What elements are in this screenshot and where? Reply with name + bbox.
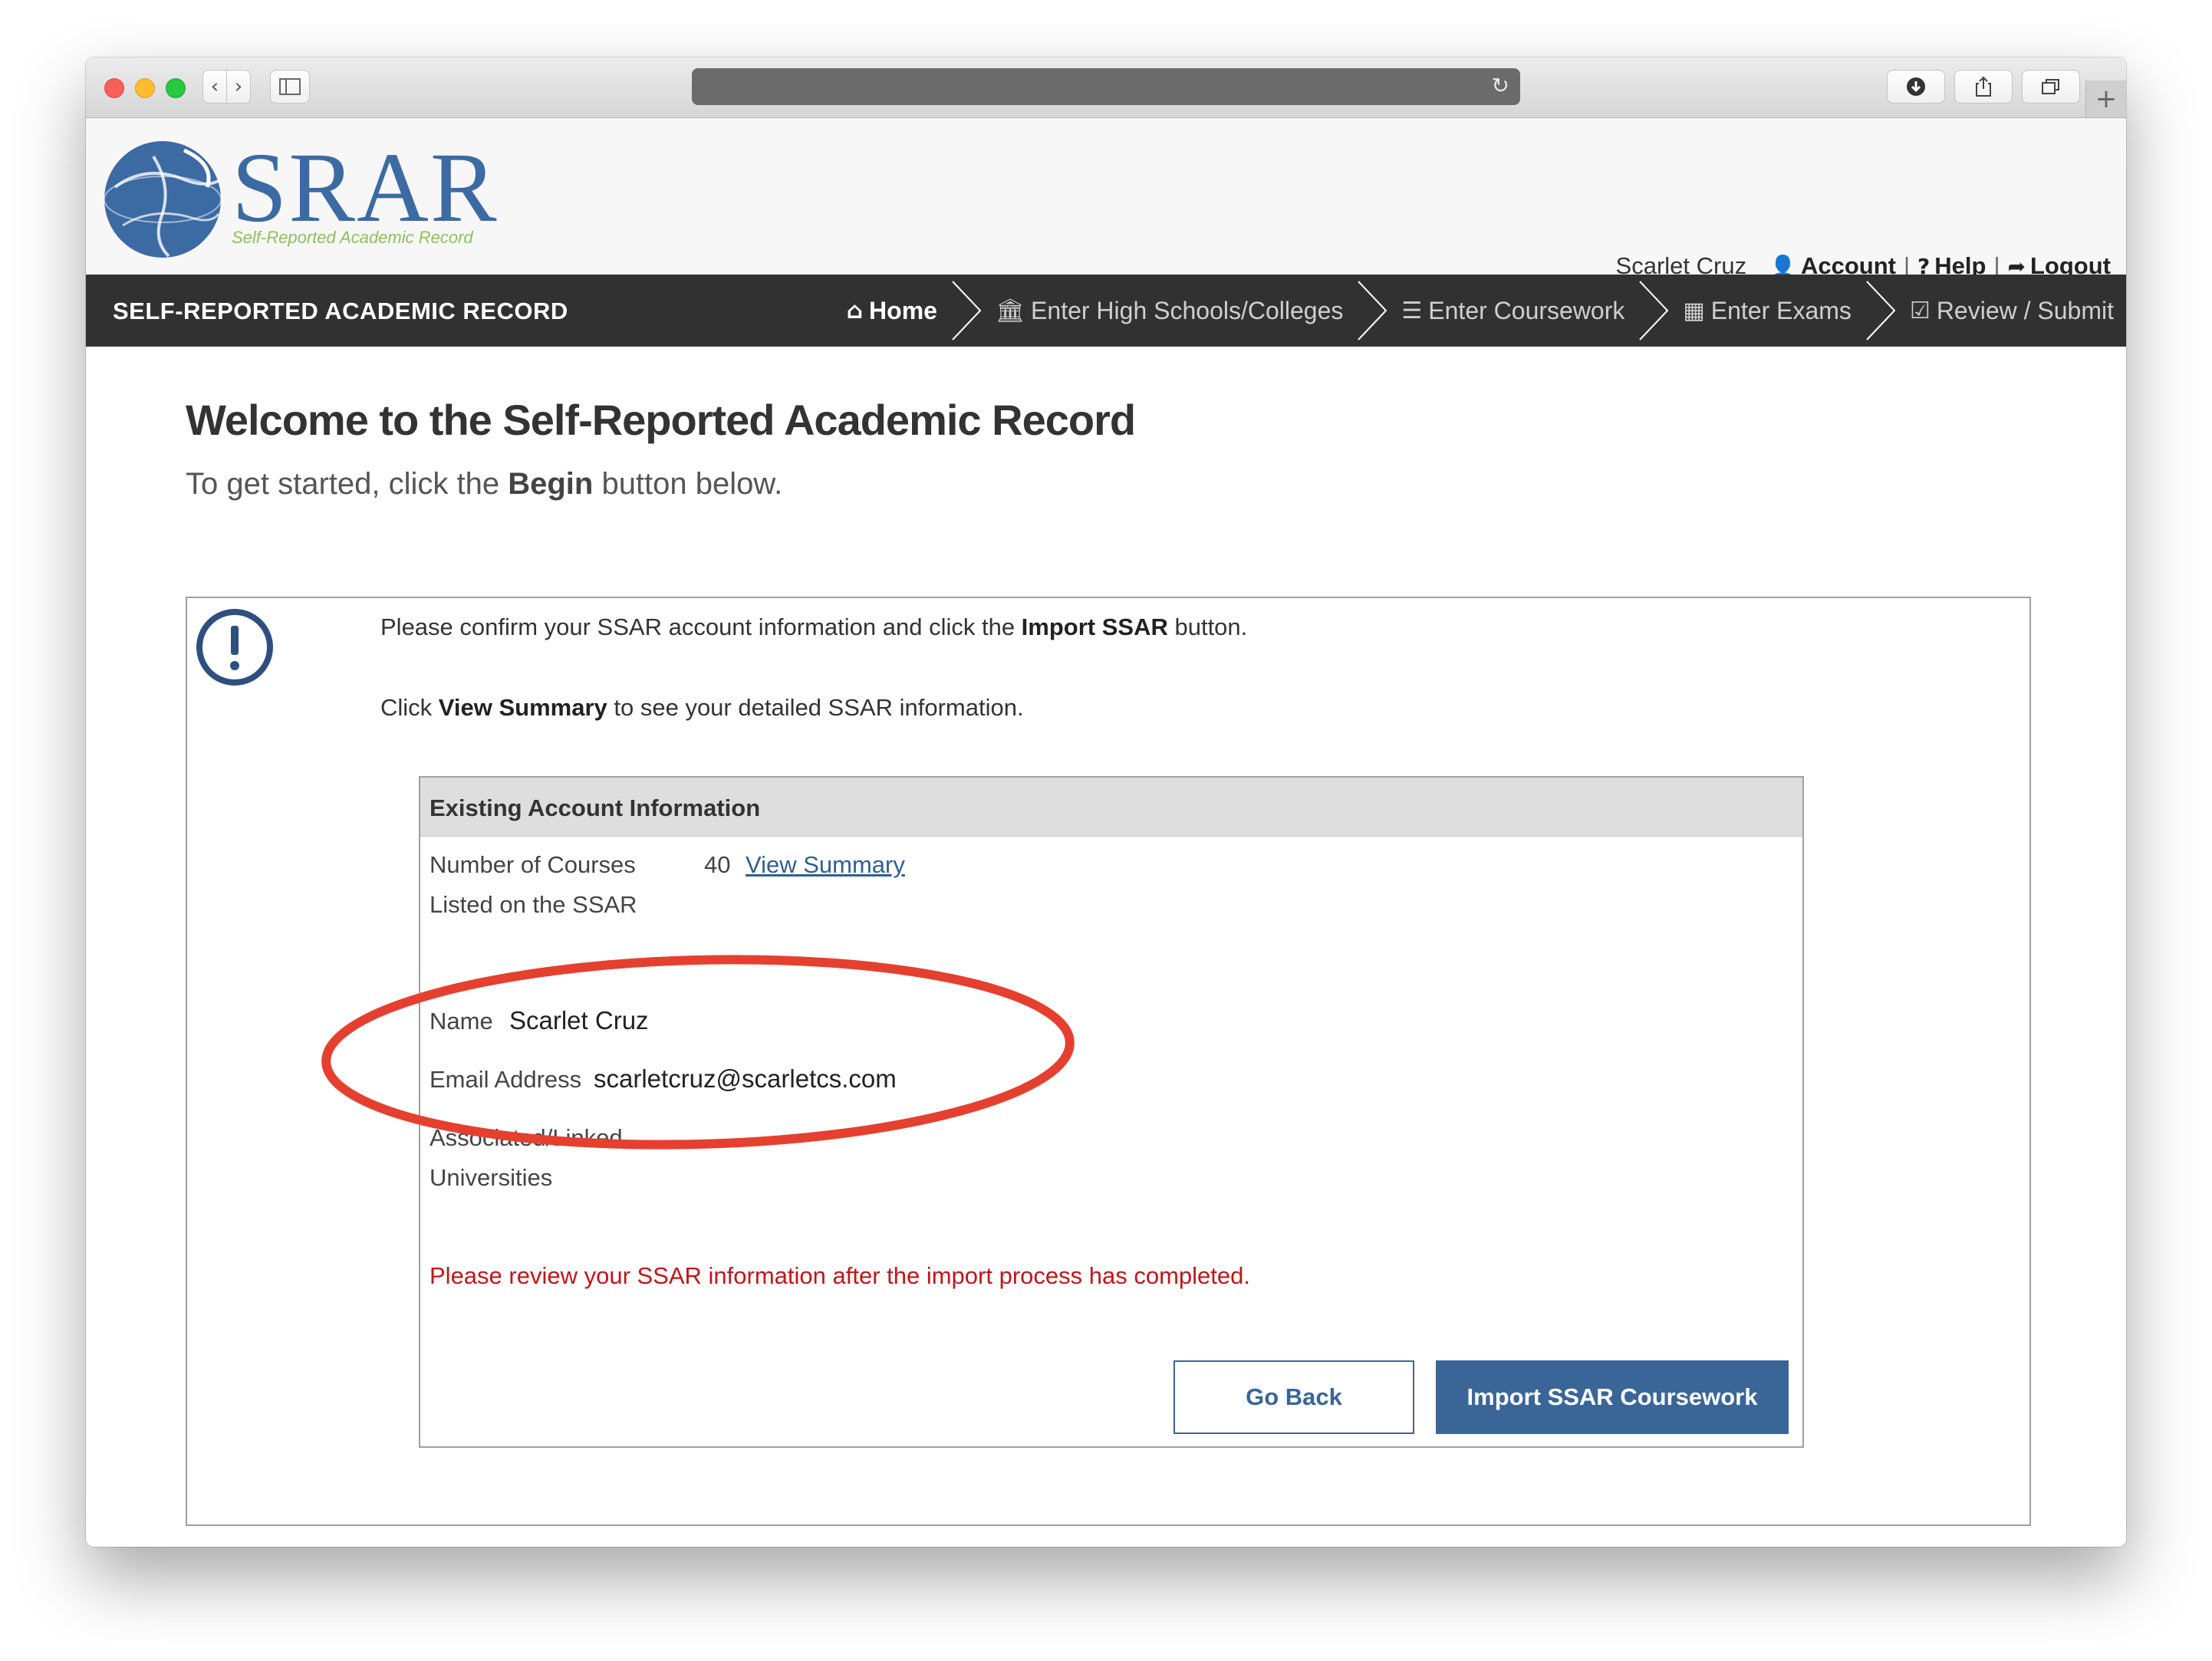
- logo-subtitle: Self-Reported Academic Record: [232, 228, 473, 247]
- chevron-left-icon: ‹: [210, 75, 219, 98]
- step-label: Enter Exams: [1710, 296, 1852, 324]
- universities-label-line: Universities: [430, 1164, 553, 1191]
- instruction-bold: Import SSAR: [1021, 613, 1168, 640]
- step-home[interactable]: ⌂ Home: [847, 297, 937, 325]
- logo-title[interactable]: SRAR: [232, 138, 499, 238]
- tabs-overview-button[interactable]: [2022, 70, 2080, 104]
- step-label: Review / Submit: [1936, 296, 2114, 324]
- subtitle-text: To get started, click the: [186, 467, 509, 501]
- address-bar[interactable]: ↻: [692, 68, 1520, 105]
- page-subtitle: To get started, click the Begin button b…: [186, 467, 782, 502]
- new-tab-button[interactable]: +: [2085, 81, 2126, 117]
- subtitle-text: button below.: [593, 467, 783, 501]
- tabs-icon: [2042, 79, 2059, 94]
- forward-button[interactable]: ›: [226, 70, 251, 104]
- instruction-text: button.: [1167, 613, 1248, 640]
- instruction-line-1: Please confirm your SSAR account informa…: [380, 613, 1247, 641]
- instruction-text: Click: [380, 694, 439, 721]
- courses-label-line: Listed on the SSAR: [430, 891, 637, 918]
- universities-label-line: Associated/Linked: [430, 1124, 623, 1151]
- back-button[interactable]: ‹: [202, 70, 227, 104]
- list-icon: ☰: [1401, 297, 1423, 324]
- close-window-button[interactable]: [104, 78, 124, 98]
- courses-label-line: Number of Courses: [430, 851, 636, 878]
- check-square-icon: ☑: [1909, 297, 1931, 324]
- minimize-window-button[interactable]: [135, 78, 155, 98]
- panel-heading: Existing Account Information: [420, 778, 1802, 837]
- reload-icon[interactable]: ↻: [1492, 73, 1509, 98]
- step-chevron-icon: [1639, 281, 1669, 340]
- zoom-window-button[interactable]: [166, 78, 186, 98]
- share-button[interactable]: [1954, 70, 2013, 104]
- progress-steps: ⌂ Home 🏛 Enter High Schools/Colleges ☰ E…: [847, 275, 2114, 347]
- existing-account-panel: Existing Account Information Number of C…: [419, 776, 1804, 1448]
- import-panel: Please confirm your SSAR account informa…: [186, 597, 2031, 1526]
- import-warning: Please review your SSAR information afte…: [430, 1262, 1250, 1289]
- email-label: Email Address: [430, 1066, 582, 1093]
- page-title: Welcome to the Self-Reported Academic Re…: [186, 396, 1136, 444]
- import-ssar-button[interactable]: Import SSAR Coursework: [1436, 1360, 1789, 1434]
- view-summary-link[interactable]: View Summary: [746, 851, 905, 879]
- step-review-submit[interactable]: ☑ Review / Submit: [1910, 297, 2114, 325]
- step-label: Enter Coursework: [1428, 296, 1625, 324]
- download-icon: [1907, 77, 1925, 96]
- universities-label: Associated/Linked Universities: [430, 1118, 623, 1198]
- instruction-bold: View Summary: [438, 694, 607, 721]
- step-chevron-icon: [1358, 281, 1387, 340]
- sidebar-toggle-button[interactable]: [270, 70, 310, 104]
- chevron-right-icon: ›: [234, 75, 243, 98]
- step-enter-exams[interactable]: ▦ Enter Exams: [1683, 297, 1852, 325]
- step-label: Enter High Schools/Colleges: [1031, 296, 1344, 324]
- browser-window: ‹ › ↻ + SRAR Self-Reported Academic Reco…: [86, 58, 2126, 1547]
- name-value: Scarlet Cruz: [509, 1006, 649, 1034]
- exclamation-circle-icon: [196, 609, 273, 686]
- table-icon: ▦: [1683, 297, 1705, 324]
- plus-icon: +: [2095, 84, 2118, 114]
- browser-titlebar: ‹ › ↻ +: [86, 58, 2126, 118]
- sidebar-icon: [279, 78, 301, 95]
- home-icon: ⌂: [846, 297, 864, 324]
- go-back-button[interactable]: Go Back: [1173, 1360, 1414, 1434]
- step-label: Home: [869, 296, 937, 324]
- site-name: SELF-REPORTED ACADEMIC RECORD: [113, 298, 568, 324]
- downloads-button[interactable]: [1887, 70, 1945, 104]
- instruction-text: Please confirm your SSAR account informa…: [380, 613, 1022, 640]
- share-icon: [1976, 76, 1991, 97]
- courses-label: Number of Courses Listed on the SSAR: [430, 845, 637, 925]
- step-chevron-icon: [952, 281, 982, 340]
- site-header: SRAR Self-Reported Academic Record Scarl…: [86, 118, 2126, 279]
- email-value: scarletcruz@scarletcs.com: [594, 1064, 897, 1093]
- courses-count: 40: [704, 851, 731, 878]
- srar-globe-logo-icon: [104, 141, 222, 258]
- step-enter-coursework[interactable]: ☰ Enter Coursework: [1401, 297, 1624, 325]
- main-navbar: SELF-REPORTED ACADEMIC RECORD ⌂ Home 🏛 E…: [86, 275, 2126, 347]
- institution-icon: 🏛: [995, 297, 1025, 324]
- instruction-text: to see your detailed SSAR information.: [607, 694, 1024, 721]
- name-label: Name: [430, 1008, 493, 1034]
- instruction-line-2: Click View Summary to see your detailed …: [380, 694, 1024, 722]
- subtitle-bold: Begin: [508, 467, 594, 501]
- step-enter-schools[interactable]: 🏛 Enter High Schools/Colleges: [996, 297, 1343, 325]
- step-chevron-icon: [1866, 281, 1896, 340]
